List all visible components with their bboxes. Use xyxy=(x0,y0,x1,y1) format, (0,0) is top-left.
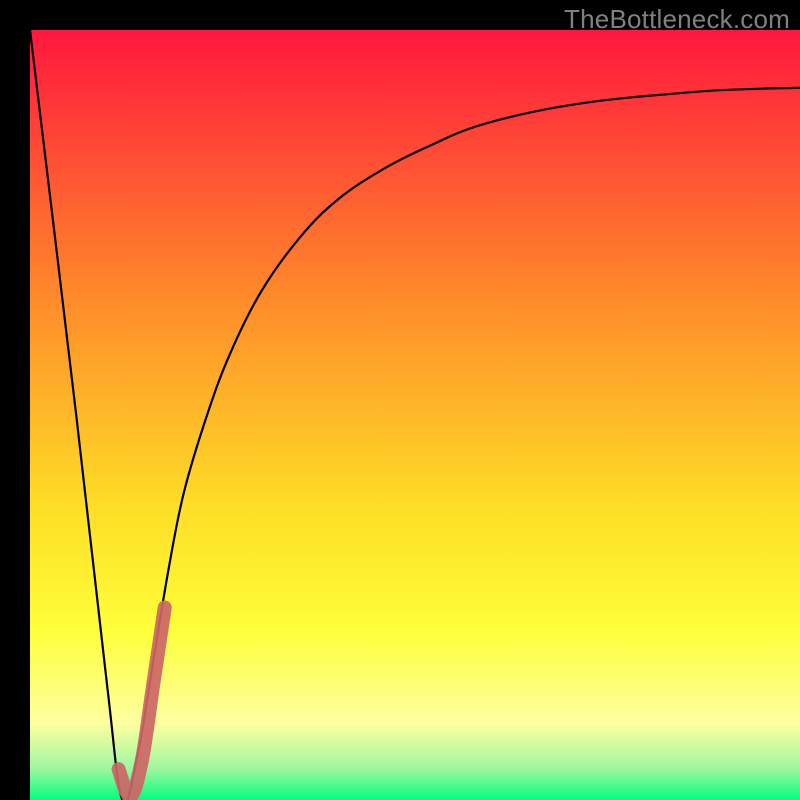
watermark-text: TheBottleneck.com xyxy=(564,4,790,35)
plot-area xyxy=(30,30,800,800)
chart-svg xyxy=(30,30,800,800)
gradient-background xyxy=(30,30,800,800)
chart-frame: TheBottleneck.com xyxy=(0,0,800,800)
